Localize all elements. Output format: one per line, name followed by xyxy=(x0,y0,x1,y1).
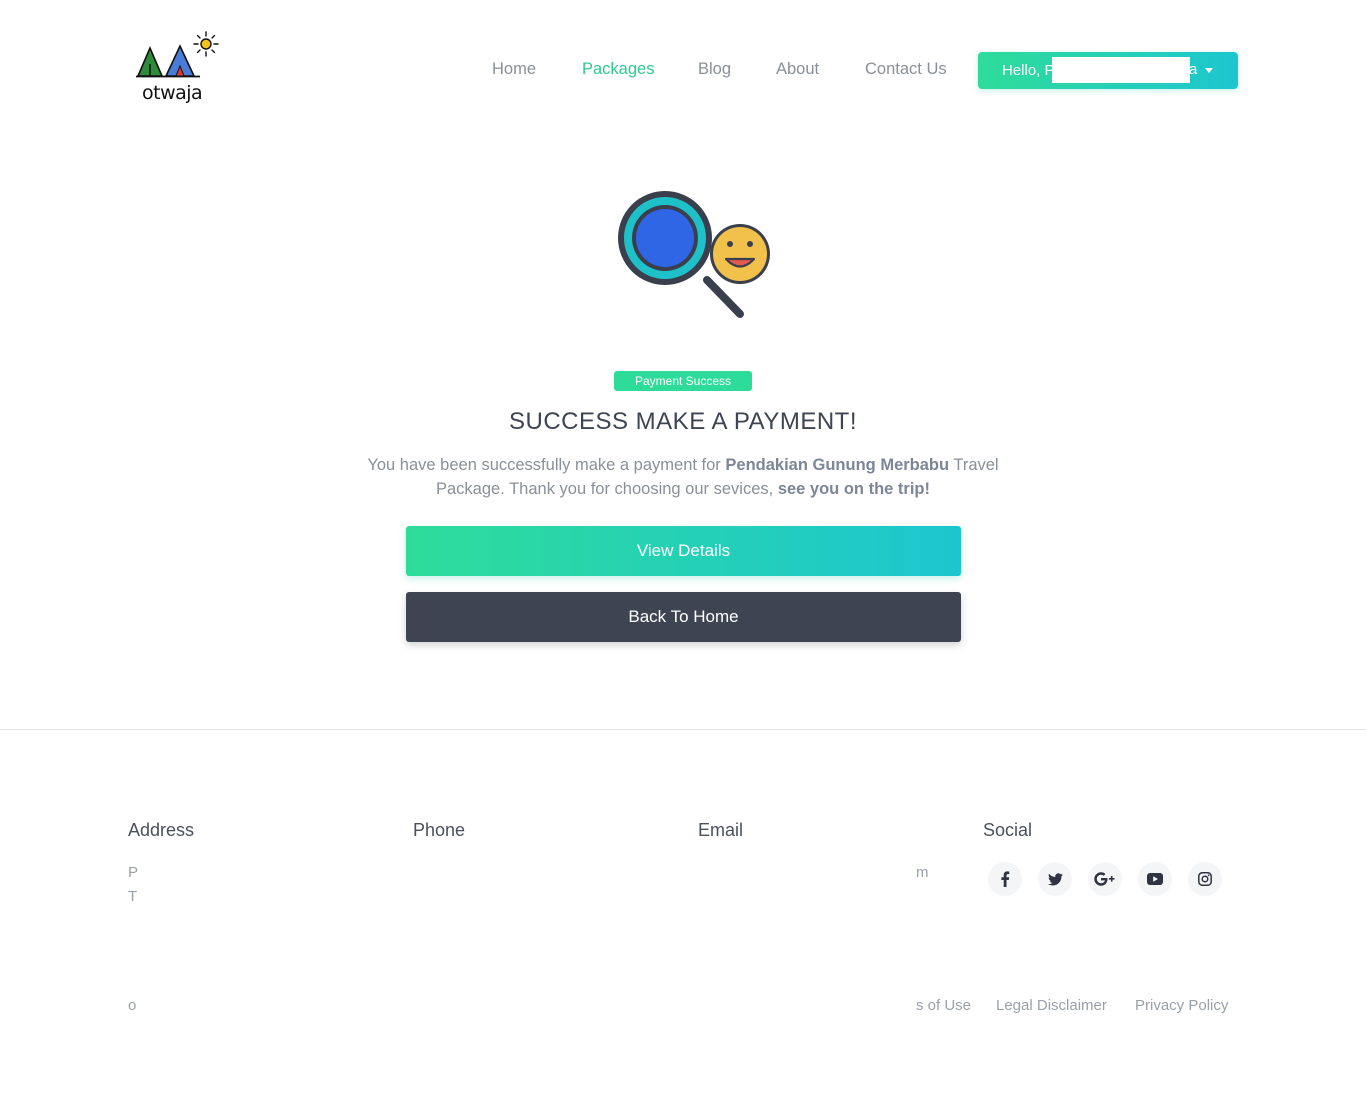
chevron-down-icon xyxy=(1205,68,1213,73)
search-smile-illustration-icon xyxy=(612,184,774,324)
twitter-icon[interactable] xyxy=(1038,862,1072,896)
social-links xyxy=(988,862,1222,896)
privacy-policy-link[interactable]: Privacy Policy xyxy=(1135,997,1228,1014)
legal-disclaimer-link[interactable]: Legal Disclaimer xyxy=(996,997,1107,1014)
payment-success-badge: Payment Success xyxy=(614,371,752,391)
logo-text: otwaja xyxy=(142,82,203,104)
message-emphasis: see you on the trip! xyxy=(777,480,930,498)
nav-home[interactable]: Home xyxy=(492,58,536,80)
footer-divider xyxy=(0,729,1366,730)
terms-of-use-link[interactable]: s of Use xyxy=(916,997,971,1014)
view-details-button[interactable]: View Details xyxy=(406,526,961,576)
navbar: otwaja Home Packages Blog About Contact … xyxy=(0,0,1366,130)
nav-packages[interactable]: Packages xyxy=(582,58,654,80)
footer-email-heading: Email xyxy=(698,820,744,840)
back-to-home-button[interactable]: Back To Home xyxy=(406,592,961,642)
user-name-tail: a xyxy=(1189,61,1198,78)
nav-about[interactable]: About xyxy=(776,58,819,80)
instagram-icon[interactable] xyxy=(1188,862,1222,896)
address-line-fragment-2: T xyxy=(128,888,138,905)
address-line-fragment-1: P xyxy=(128,864,139,881)
footer-social-heading: Social xyxy=(983,820,1033,840)
message-part1: You have been successfully make a paymen… xyxy=(367,456,726,474)
google-plus-icon[interactable] xyxy=(1088,862,1122,896)
footer-address-heading: Address xyxy=(128,820,195,840)
success-message: You have been successfully make a paymen… xyxy=(360,453,1006,501)
nav-contact-us[interactable]: Contact Us xyxy=(865,58,947,80)
copyright-fragment: o xyxy=(128,997,137,1014)
user-menu-button[interactable]: Hello, P a xyxy=(978,52,1238,89)
youtube-icon[interactable] xyxy=(1138,862,1172,896)
package-name: Pendakian Gunung Merbabu xyxy=(725,456,950,474)
footer-phone-heading: Phone xyxy=(413,820,466,840)
tent-sun-logo-icon xyxy=(136,31,219,78)
otwaja-logo[interactable]: otwaja xyxy=(132,28,228,112)
nav-blog[interactable]: Blog xyxy=(698,58,731,80)
facebook-icon[interactable] xyxy=(988,862,1022,896)
redacted-username xyxy=(1052,57,1190,83)
email-line-fragment: m xyxy=(916,864,929,881)
page-title: SUCCESS MAKE A PAYMENT! xyxy=(508,408,858,435)
user-greeting: Hello, P xyxy=(1002,62,1055,79)
